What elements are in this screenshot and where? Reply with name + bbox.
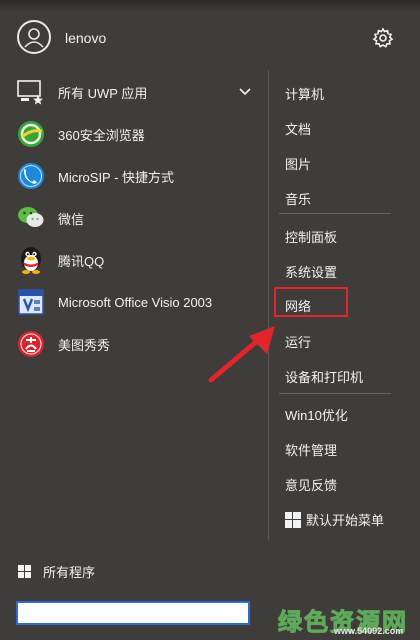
watermark-url: www.54092.com bbox=[334, 626, 404, 636]
column-divider bbox=[268, 70, 269, 540]
app-label: 微信 bbox=[58, 211, 85, 227]
meitu-xiuxiu-icon bbox=[16, 329, 46, 359]
wechat-icon bbox=[16, 203, 46, 233]
menu-separator bbox=[279, 213, 391, 214]
menu-item-software-manage[interactable]: 软件管理 bbox=[285, 440, 337, 459]
app-label: 所有 UWP 应用 bbox=[58, 85, 148, 101]
network-highlight-box bbox=[274, 287, 348, 317]
microsip-phone-icon bbox=[16, 161, 46, 191]
settings-gear-icon[interactable] bbox=[372, 27, 394, 49]
all-programs-label: 所有程序 bbox=[43, 565, 96, 580]
chevron-down-icon[interactable] bbox=[238, 84, 252, 98]
app-label: Microsoft Office Visio 2003 bbox=[58, 294, 213, 310]
app-label: 360安全浏览器 bbox=[58, 127, 145, 143]
app-item-visio[interactable]: Microsoft Office Visio 2003 bbox=[16, 282, 256, 322]
menu-item-default-start-menu[interactable]: 默认开始菜单 bbox=[285, 510, 384, 529]
menu-item-pictures[interactable]: 图片 bbox=[285, 154, 311, 173]
uwp-apps-icon bbox=[16, 77, 46, 107]
app-item-qq[interactable]: 腾讯QQ bbox=[16, 240, 256, 280]
app-item-360-browser[interactable]: 360安全浏览器 bbox=[16, 114, 256, 154]
app-item-uwp[interactable]: 所有 UWP 应用 bbox=[16, 72, 256, 112]
app-label: 美图秀秀 bbox=[58, 337, 111, 353]
app-label: MicroSIP - 快捷方式 bbox=[58, 169, 175, 185]
menu-item-feedback[interactable]: 意见反馈 bbox=[285, 475, 337, 494]
search-box[interactable] bbox=[16, 601, 250, 625]
top-shade bbox=[0, 0, 420, 12]
user-name[interactable]: lenovo bbox=[65, 30, 106, 46]
menu-item-control-panel[interactable]: 控制面板 bbox=[285, 227, 337, 246]
all-programs-button[interactable]: 所有程序 bbox=[18, 562, 95, 581]
menu-item-computer[interactable]: 计算机 bbox=[285, 84, 324, 103]
menu-item-music[interactable]: 音乐 bbox=[285, 189, 311, 208]
app-item-wechat[interactable]: 微信 bbox=[16, 198, 256, 238]
search-input[interactable] bbox=[18, 603, 248, 623]
menu-item-win10-optimize[interactable]: Win10优化 bbox=[285, 405, 348, 424]
menu-item-devices-printers[interactable]: 设备和打印机 bbox=[285, 367, 363, 386]
visio-icon bbox=[16, 287, 46, 317]
menu-item-label: 默认开始菜单 bbox=[306, 513, 385, 528]
browser-360-icon bbox=[16, 119, 46, 149]
windows-logo-icon bbox=[285, 511, 301, 528]
menu-separator bbox=[279, 393, 391, 394]
app-label: 腾讯QQ bbox=[58, 253, 105, 269]
app-item-microsip[interactable]: MicroSIP - 快捷方式 bbox=[16, 156, 256, 196]
windows-logo-icon bbox=[18, 565, 31, 578]
menu-item-system-settings[interactable]: 系统设置 bbox=[285, 262, 337, 281]
watermark: 绿色资源网 www.54092.com bbox=[272, 600, 418, 640]
qq-penguin-icon bbox=[16, 245, 46, 275]
menu-item-run[interactable]: 运行 bbox=[285, 332, 311, 351]
red-arrow-icon bbox=[208, 326, 275, 383]
menu-item-documents[interactable]: 文档 bbox=[285, 119, 311, 138]
user-avatar-icon[interactable] bbox=[17, 20, 51, 54]
